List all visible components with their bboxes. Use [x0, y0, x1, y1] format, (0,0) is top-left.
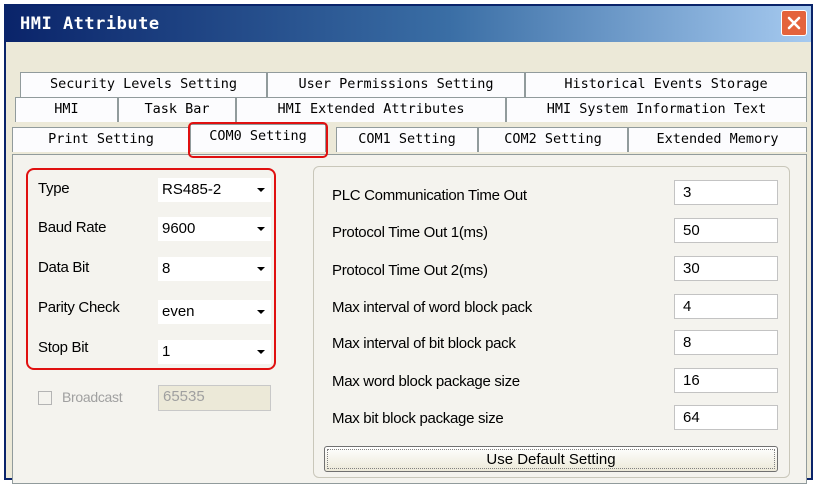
- tab-hmi-system-information-text[interactable]: HMI System Information Text: [506, 97, 807, 122]
- stop-bit-value: 1: [162, 343, 171, 360]
- use-default-setting-label: Use Default Setting: [327, 449, 775, 469]
- max-interval-bit-field[interactable]: 8: [674, 330, 778, 355]
- broadcast-checkbox[interactable]: [38, 391, 52, 405]
- max-word-package-label: Max word block package size: [332, 373, 520, 390]
- stop-bit-select[interactable]: 1: [158, 340, 271, 364]
- chevron-down-icon[interactable]: [251, 257, 271, 281]
- parity-check-label: Parity Check: [38, 299, 120, 316]
- type-value: RS485-2: [162, 181, 222, 198]
- tab-hmi[interactable]: HMI: [15, 97, 118, 122]
- plc-timeout-label: PLC Communication Time Out: [332, 187, 527, 204]
- tab-extended-memory[interactable]: Extended Memory: [628, 127, 807, 152]
- baud-rate-value: 9600: [162, 220, 196, 237]
- parity-check-select[interactable]: even: [158, 300, 271, 324]
- close-button[interactable]: [781, 10, 807, 36]
- tab-print-setting[interactable]: Print Setting: [12, 127, 190, 152]
- data-bit-value: 8: [162, 260, 171, 277]
- max-interval-bit-label: Max interval of bit block pack: [332, 335, 516, 352]
- protocol-timeout-2-field[interactable]: 30: [674, 256, 778, 281]
- max-interval-word-field[interactable]: 4: [674, 294, 778, 319]
- title-bar[interactable]: HMI Attribute: [6, 6, 811, 42]
- chevron-down-icon[interactable]: [251, 300, 271, 324]
- chevron-down-icon[interactable]: [251, 217, 271, 241]
- type-label: Type: [38, 180, 70, 197]
- plc-timeout-field[interactable]: 3: [674, 180, 778, 205]
- tab-user-permissions-setting[interactable]: User Permissions Setting: [267, 72, 525, 97]
- tab-security-levels-setting[interactable]: Security Levels Setting: [20, 72, 267, 97]
- timeout-settings-group: [313, 166, 790, 478]
- use-default-setting-button[interactable]: Use Default Setting: [324, 446, 778, 472]
- chevron-down-icon[interactable]: [251, 340, 271, 364]
- tab-com2-setting[interactable]: COM2 Setting: [478, 127, 628, 152]
- max-interval-word-label: Max interval of word block pack: [332, 299, 532, 316]
- data-bit-label: Data Bit: [38, 259, 89, 276]
- chevron-down-icon[interactable]: [251, 178, 271, 202]
- type-select[interactable]: RS485-2: [158, 178, 271, 202]
- broadcast-address-field: 65535: [158, 385, 271, 411]
- tab-task-bar[interactable]: Task Bar: [118, 97, 236, 122]
- protocol-timeout-2-label: Protocol Time Out 2(ms): [332, 262, 488, 279]
- tab-com0-setting[interactable]: COM0 Setting: [190, 124, 326, 152]
- parity-check-value: even: [162, 303, 195, 320]
- protocol-timeout-1-field[interactable]: 50: [674, 218, 778, 243]
- max-bit-package-field[interactable]: 64: [674, 405, 778, 430]
- baud-rate-select[interactable]: 9600: [158, 217, 271, 241]
- baud-rate-label: Baud Rate: [38, 219, 107, 236]
- close-icon: [787, 16, 801, 30]
- broadcast-label: Broadcast: [62, 389, 123, 405]
- window-title: HMI Attribute: [20, 14, 160, 34]
- max-word-package-field[interactable]: 16: [674, 368, 778, 393]
- tab-historical-events-storage[interactable]: Historical Events Storage: [525, 72, 807, 97]
- tab-hmi-extended-attributes[interactable]: HMI Extended Attributes: [236, 97, 506, 122]
- max-bit-package-label: Max bit block package size: [332, 410, 504, 427]
- stop-bit-label: Stop Bit: [38, 339, 89, 356]
- tab-com1-setting[interactable]: COM1 Setting: [336, 127, 478, 152]
- protocol-timeout-1-label: Protocol Time Out 1(ms): [332, 224, 488, 241]
- data-bit-select[interactable]: 8: [158, 257, 271, 281]
